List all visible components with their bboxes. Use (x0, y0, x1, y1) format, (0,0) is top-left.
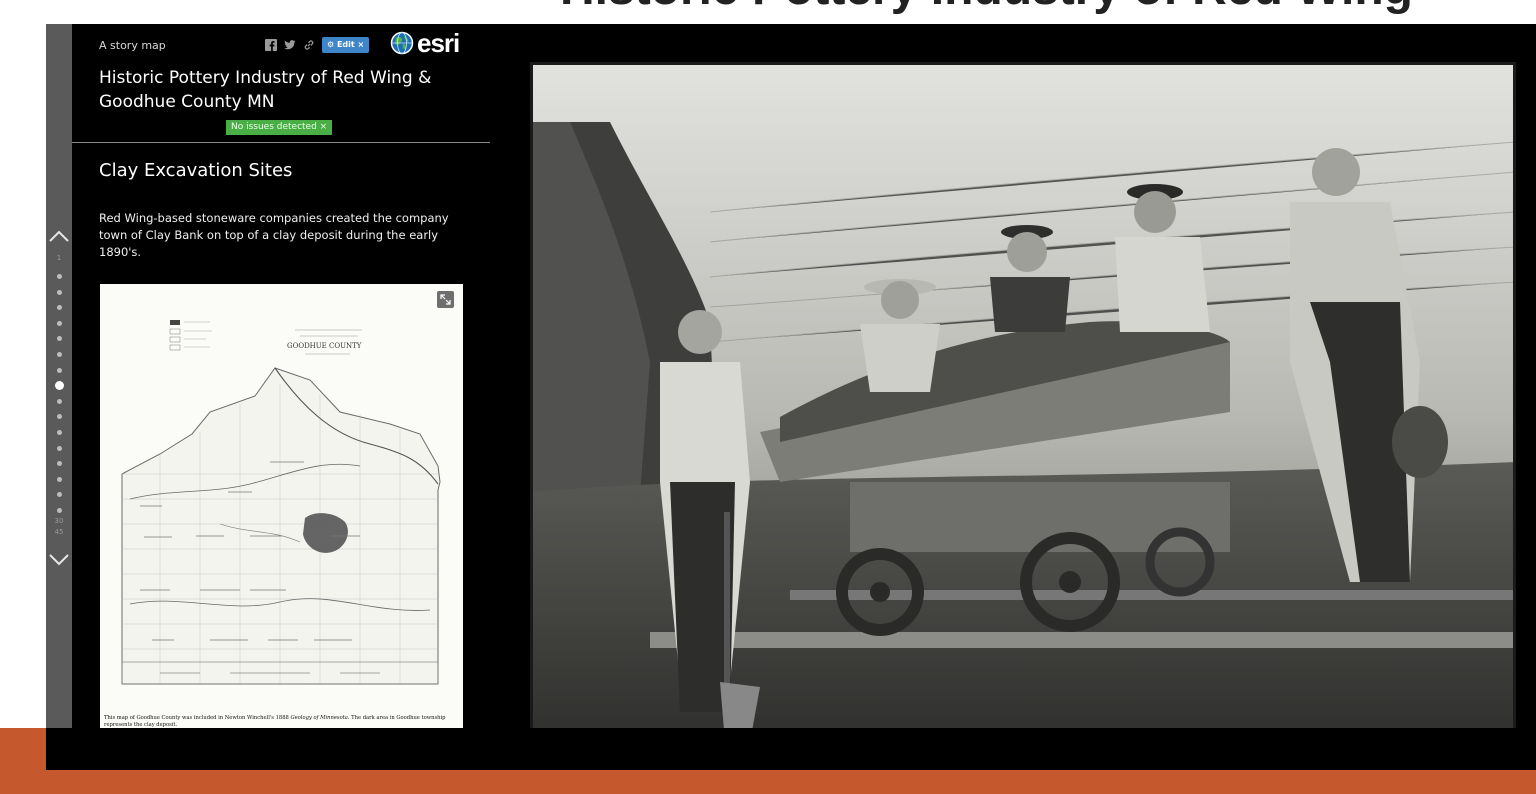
nav-dot-active[interactable] (55, 381, 64, 391)
nav-dot[interactable] (57, 461, 62, 467)
nav-dot[interactable] (57, 320, 62, 326)
link-icon[interactable] (303, 39, 315, 51)
nav-dot[interactable] (57, 367, 62, 373)
slide-title: Historic Pottery Industry of Red Wing (560, 0, 1460, 18)
nav-bottom-number-2: 45 (54, 528, 64, 536)
historic-photo[interactable] (530, 62, 1516, 762)
header-divider (72, 142, 490, 143)
caption-start: This map of Goodhue County was included … (104, 715, 291, 721)
nav-dot[interactable] (57, 398, 62, 404)
expand-icon (440, 294, 451, 305)
expand-button[interactable] (437, 291, 454, 308)
story-panel: A story map ⚙ Edit × esri Historic Potte… (72, 24, 490, 770)
map-caption: This map of Goodhue County was included … (104, 715, 460, 729)
esri-logo-text: esri (417, 28, 460, 58)
caption-italic: Geology of Minnesota (290, 715, 348, 721)
story-title: Historic Pottery Industry of Red Wing & … (99, 68, 432, 112)
nav-dot[interactable] (57, 430, 62, 435)
map-image-card[interactable]: GOODHUE COUNTY This map of Goodhue Count… (100, 284, 463, 741)
esri-logo[interactable]: esri (390, 28, 460, 58)
story-navigation-rail: 1 30 45 (46, 24, 72, 770)
share-bar: ⚙ Edit × (265, 37, 370, 53)
nav-dot[interactable] (57, 336, 62, 342)
globe-icon (390, 31, 414, 55)
nav-top-number: 1 (56, 254, 62, 262)
twitter-icon[interactable] (284, 39, 296, 51)
section-description: Red Wing-based stoneware companies creat… (99, 211, 449, 259)
nav-bottom-number-1: 30 (54, 517, 64, 525)
story-map-label: A story map (99, 39, 166, 52)
nav-dot[interactable] (57, 305, 62, 311)
presentation-slide: Historic Pottery Industry of Red Wing 1 … (0, 0, 1536, 794)
nav-dot[interactable] (57, 508, 62, 513)
goodhue-county-map-image: GOODHUE COUNTY (100, 284, 463, 741)
facebook-icon[interactable] (265, 39, 277, 51)
section-title: Clay Excavation Sites (99, 160, 293, 181)
nav-dot[interactable] (57, 274, 62, 279)
nav-dot[interactable] (57, 352, 62, 357)
nav-dot[interactable] (57, 445, 62, 451)
nav-dot[interactable] (57, 414, 62, 420)
historic-photo-icon (530, 62, 1516, 762)
nav-dot[interactable] (57, 476, 62, 482)
map-title: GOODHUE COUNTY (287, 342, 362, 350)
chevron-up-icon[interactable] (46, 224, 72, 250)
nav-dot[interactable] (57, 492, 62, 498)
chevron-down-icon[interactable] (46, 546, 72, 572)
story-map-frame-bottom (46, 728, 1536, 770)
edit-button[interactable]: ⚙ Edit × (322, 37, 370, 53)
issues-badge[interactable]: No issues detected × (226, 120, 333, 135)
nav-dot[interactable] (57, 289, 62, 295)
